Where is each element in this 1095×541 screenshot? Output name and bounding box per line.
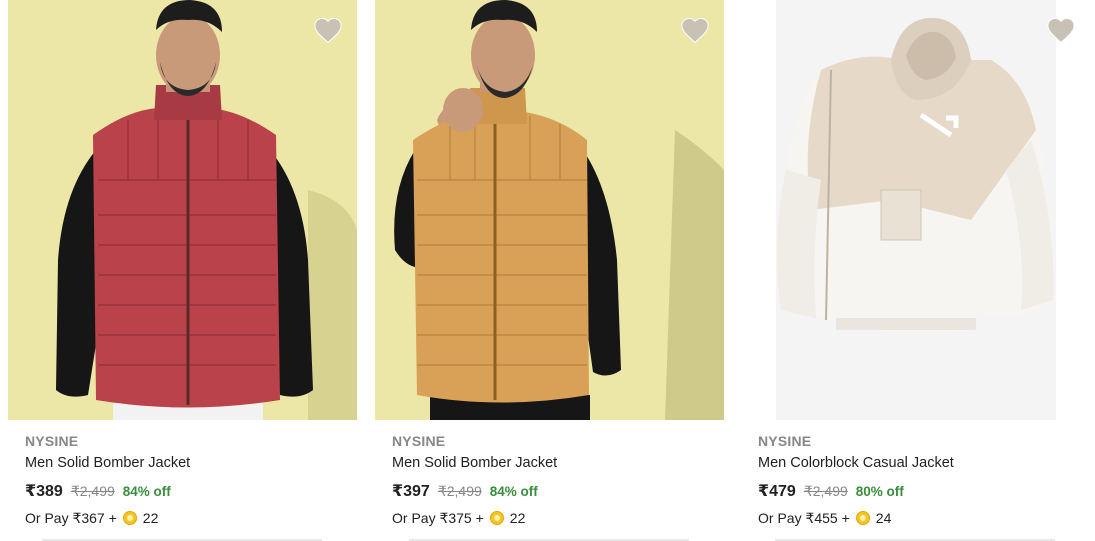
product-photo (56, 0, 357, 420)
product-brand: NYSINE (758, 433, 812, 449)
product-title[interactable]: Men Colorblock Casual Jacket (758, 454, 1078, 472)
coin-count: 24 (875, 510, 892, 526)
supercoin-offer: Or Pay ₹367 + 22 (25, 509, 345, 527)
selling-price: ₹479 (758, 483, 796, 500)
product-image-colorblock-jacket[interactable] (741, 0, 1090, 420)
product-grid: NYSINE Men Solid Bomber Jacket ₹389 ₹2,4… (0, 0, 1095, 541)
product-info: NYSINE Men Solid Bomber Jacket ₹389 ₹2,4… (25, 432, 345, 527)
discount-percent: 84% off (122, 484, 171, 499)
product-card[interactable]: NYSINE Men Colorblock Casual Jacket ₹479… (741, 0, 1090, 541)
product-info: NYSINE Men Colorblock Casual Jacket ₹479… (758, 432, 1078, 527)
product-photo (776, 0, 1056, 420)
wishlist-heart-icon[interactable] (680, 16, 710, 44)
coin-count: 22 (142, 510, 159, 526)
price-row: ₹479 ₹2,499 80% off (758, 481, 1078, 502)
supercoin-offer: Or Pay ₹455 + 24 (758, 509, 1078, 527)
supercoin-icon (855, 511, 870, 525)
discount-percent: 84% off (489, 484, 538, 499)
product-image-tan-vest[interactable] (375, 0, 724, 420)
supercoin-icon (489, 511, 504, 525)
pay-with-coins-text: Or Pay ₹367 + (25, 510, 117, 526)
pay-with-coins-text: Or Pay ₹375 + (392, 510, 484, 526)
original-price: ₹2,499 (437, 483, 482, 499)
price-row: ₹389 ₹2,499 84% off (25, 481, 345, 502)
price-row: ₹397 ₹2,499 84% off (392, 481, 712, 502)
product-brand: NYSINE (392, 433, 446, 449)
pay-with-coins-text: Or Pay ₹455 + (758, 510, 850, 526)
product-brand: NYSINE (25, 433, 79, 449)
product-photo (394, 0, 724, 420)
wishlist-heart-icon[interactable] (1046, 16, 1076, 44)
product-info: NYSINE Men Solid Bomber Jacket ₹397 ₹2,4… (392, 432, 712, 527)
product-card[interactable]: NYSINE Men Solid Bomber Jacket ₹389 ₹2,4… (8, 0, 357, 541)
product-image-red-vest[interactable] (8, 0, 357, 420)
supercoin-offer: Or Pay ₹375 + 22 (392, 509, 712, 527)
supercoin-icon (122, 511, 137, 525)
product-card[interactable]: NYSINE Men Solid Bomber Jacket ₹397 ₹2,4… (375, 0, 724, 541)
coin-count: 22 (509, 510, 526, 526)
original-price: ₹2,499 (70, 483, 115, 499)
product-title[interactable]: Men Solid Bomber Jacket (392, 454, 712, 472)
selling-price: ₹389 (25, 483, 63, 500)
selling-price: ₹397 (392, 483, 430, 500)
discount-percent: 80% off (855, 484, 904, 499)
original-price: ₹2,499 (803, 483, 848, 499)
wishlist-heart-icon[interactable] (313, 16, 343, 44)
product-title[interactable]: Men Solid Bomber Jacket (25, 454, 345, 472)
